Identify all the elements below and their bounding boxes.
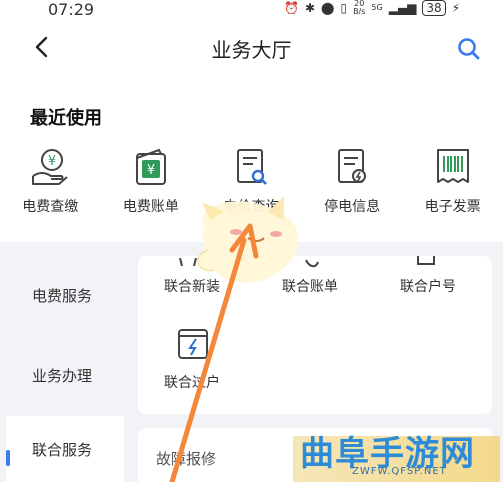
network-speed: 20 B/s: [353, 0, 366, 16]
watermark-url: ZWFW.QFSP.NET: [352, 466, 447, 477]
yuan-hand-icon: ¥: [32, 149, 68, 185]
sidebar-item-label: 电费服务: [32, 286, 93, 305]
signal-icon: ▂▄▆: [388, 1, 417, 15]
sidebar-item-bill-service[interactable]: 电费服务: [6, 256, 124, 334]
location-icon: ⬤: [321, 1, 335, 15]
page-title: 业务大厅: [211, 38, 292, 62]
recent-item-outage[interactable]: 停电信息: [302, 146, 403, 226]
bluetooth-icon: ✱: [304, 1, 316, 15]
status-icons: ⏰ ✱ ⬤ ▯ 20 B/s 5G ▂▄▆ 38 ⚡: [284, 0, 460, 16]
barcode-invoice-icon: [436, 149, 469, 183]
recent-section-title: 最近使用: [30, 108, 102, 129]
doc-search-icon: [237, 149, 268, 185]
sidebar-item-label: 业务办理: [32, 366, 93, 385]
yuan-wallet-icon: ¥: [135, 148, 166, 185]
recent-item-label: 电子发票: [424, 199, 481, 215]
doc-power-icon: [338, 149, 367, 183]
service-item-joint-account[interactable]: 联合户号: [400, 276, 456, 296]
recent-item-label: 停电信息: [324, 199, 381, 215]
svg-text:¥: ¥: [48, 154, 56, 169]
battery-level: 38: [422, 0, 446, 16]
sidebar-item-business[interactable]: 业务办理: [6, 336, 124, 414]
charging-icon: ⚡: [451, 1, 461, 15]
search-icon[interactable]: [456, 36, 482, 62]
recent-item-bill-payment[interactable]: ¥ 电费查缴: [0, 146, 101, 226]
sidebar-item-label: 联合服务: [32, 440, 93, 459]
recent-item-e-invoice[interactable]: 电子发票: [402, 146, 503, 226]
status-time: 07:29: [48, 0, 95, 19]
vibrate-icon: ▯: [340, 1, 348, 15]
network-type: 5G: [371, 3, 383, 12]
alarm-icon: ⏰: [284, 1, 299, 15]
svg-text:¥: ¥: [147, 163, 155, 178]
active-indicator: [6, 450, 10, 466]
account-icon: [417, 256, 435, 265]
sidebar-item-joint-service[interactable]: 联合服务: [6, 416, 124, 482]
pointer-arrow: [169, 223, 259, 482]
recent-item-label: 电费查缴: [22, 199, 79, 215]
